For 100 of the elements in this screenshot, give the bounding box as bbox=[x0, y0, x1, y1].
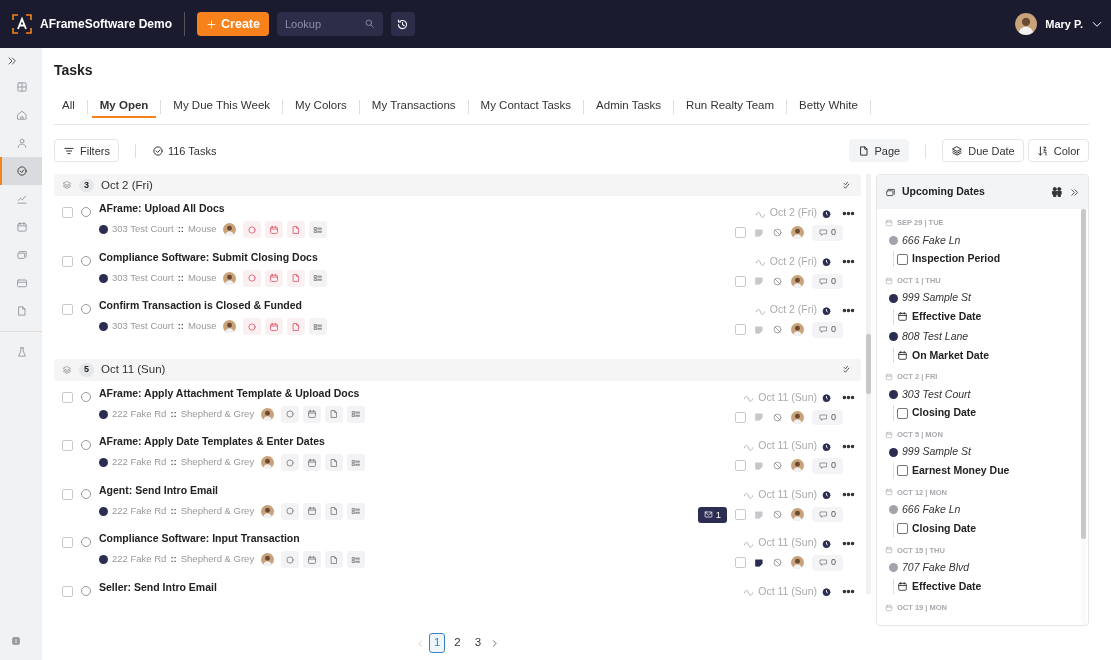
group-by-button[interactable]: Due Date bbox=[942, 139, 1024, 163]
checkbox[interactable] bbox=[62, 488, 73, 500]
info-icon[interactable] bbox=[11, 636, 21, 646]
checkbox[interactable] bbox=[62, 440, 73, 452]
date-label[interactable]: Effective Date bbox=[912, 578, 982, 595]
calendar-button[interactable] bbox=[303, 551, 322, 568]
task-title[interactable]: Compliance Software: Input Transaction bbox=[99, 531, 735, 547]
checkbox[interactable] bbox=[735, 227, 746, 239]
alarm-icon[interactable] bbox=[821, 256, 832, 268]
checkbox[interactable] bbox=[735, 460, 746, 472]
checkbox[interactable] bbox=[897, 465, 908, 477]
filters-button[interactable]: Filters bbox=[54, 139, 119, 163]
alarm-icon[interactable] bbox=[821, 392, 832, 404]
calendar-button[interactable] bbox=[265, 269, 284, 287]
checkbox[interactable] bbox=[735, 509, 746, 521]
comment-count[interactable]: 0 bbox=[812, 322, 843, 338]
page-link[interactable]: 3 bbox=[469, 633, 487, 653]
document-button[interactable] bbox=[287, 221, 306, 238]
page-link[interactable]: 2 bbox=[449, 633, 466, 653]
checklist-button[interactable] bbox=[309, 269, 328, 287]
tab[interactable]: My Open bbox=[91, 95, 157, 119]
next-page-icon[interactable] bbox=[490, 638, 500, 648]
document-button[interactable] bbox=[325, 502, 344, 520]
tab[interactable]: Admin Tasks bbox=[588, 95, 670, 119]
people-icon[interactable] bbox=[1051, 186, 1063, 199]
property-link[interactable]: 303 Test Court bbox=[902, 386, 971, 403]
document-button[interactable] bbox=[325, 454, 344, 471]
date-label[interactable]: Effective Date bbox=[912, 309, 982, 325]
logo-icon[interactable] bbox=[12, 14, 32, 34]
checklist-button[interactable] bbox=[347, 454, 366, 471]
history-button[interactable] bbox=[390, 12, 415, 36]
status-button[interactable] bbox=[281, 454, 300, 471]
tab[interactable]: All bbox=[54, 95, 83, 119]
checkbox[interactable] bbox=[897, 523, 908, 535]
sidebar-item[interactable] bbox=[0, 157, 42, 185]
alarm-icon[interactable] bbox=[821, 537, 832, 549]
checklist-button[interactable] bbox=[347, 405, 366, 423]
task-title[interactable]: AFrame: Apply Attachment Template & Upload Docs bbox=[99, 385, 735, 402]
checkbox[interactable] bbox=[735, 275, 746, 287]
property-link[interactable]: 666 Fake Ln bbox=[902, 502, 961, 518]
block-icon[interactable] bbox=[772, 411, 783, 423]
tab[interactable]: My Transactions bbox=[363, 95, 464, 119]
checklist-button[interactable] bbox=[347, 551, 366, 568]
comment-count[interactable]: 0 bbox=[812, 506, 843, 523]
document-button[interactable] bbox=[325, 405, 344, 423]
date-label[interactable]: Inspection Period bbox=[912, 251, 1001, 267]
document-button[interactable] bbox=[325, 551, 344, 568]
checkbox[interactable] bbox=[735, 411, 746, 423]
date-label[interactable]: Earnest Money Due bbox=[912, 463, 1010, 479]
checkbox[interactable] bbox=[62, 391, 73, 403]
checkbox[interactable] bbox=[62, 304, 73, 316]
date-label[interactable]: On Market Date bbox=[912, 347, 990, 364]
tab[interactable]: Run Realty Team bbox=[678, 95, 783, 119]
page-view-button[interactable]: Page bbox=[848, 139, 910, 163]
alarm-icon[interactable] bbox=[821, 304, 832, 316]
task-title[interactable]: Agent: Send Intro Email bbox=[99, 482, 698, 499]
tab[interactable]: Betty White bbox=[791, 95, 866, 119]
collapse-icon[interactable] bbox=[1069, 186, 1080, 198]
lookup-field[interactable]: Lookup bbox=[276, 12, 383, 36]
date-label[interactable]: Closing Date bbox=[912, 405, 977, 421]
checklist-button[interactable] bbox=[309, 318, 328, 335]
status-button[interactable] bbox=[243, 269, 262, 287]
comment-count[interactable]: 0 bbox=[812, 555, 843, 571]
checkbox[interactable] bbox=[62, 255, 73, 267]
status-button[interactable] bbox=[281, 405, 300, 423]
date-label[interactable]: Closing Date bbox=[912, 520, 977, 537]
comment-count[interactable]: 0 bbox=[812, 225, 843, 241]
comment-count[interactable]: 0 bbox=[812, 458, 843, 474]
status-button[interactable] bbox=[281, 551, 300, 568]
task-title[interactable]: AFrame: Apply Date Templates & Enter Dates bbox=[99, 434, 735, 450]
comment-count[interactable]: 0 bbox=[812, 273, 843, 289]
alarm-icon[interactable] bbox=[821, 489, 832, 501]
tab[interactable]: My Due This Week bbox=[165, 95, 279, 119]
task-title[interactable]: Confirm Transaction is Closed & Funded bbox=[99, 298, 735, 314]
property-link[interactable]: 999 Sample St bbox=[902, 290, 971, 306]
block-icon[interactable] bbox=[772, 324, 783, 336]
email-count[interactable]: 1 bbox=[697, 506, 727, 523]
task-title[interactable]: Seller: Send Intro Email bbox=[99, 579, 744, 596]
task-title[interactable]: AFrame: Upload All Docs bbox=[99, 201, 735, 217]
checkbox[interactable] bbox=[62, 207, 73, 219]
user-name[interactable]: Mary P. bbox=[1045, 15, 1083, 33]
checklist-button[interactable] bbox=[309, 221, 328, 238]
comment-count[interactable]: 0 bbox=[812, 409, 843, 425]
document-button[interactable] bbox=[287, 318, 306, 335]
alarm-icon[interactable] bbox=[821, 207, 832, 219]
scrollbar[interactable] bbox=[1081, 209, 1086, 626]
status-button[interactable] bbox=[243, 221, 262, 238]
checkbox[interactable] bbox=[62, 537, 73, 549]
checkbox[interactable] bbox=[735, 324, 746, 336]
tab[interactable]: My Colors bbox=[287, 95, 355, 119]
property-link[interactable]: 999 Sample St bbox=[902, 444, 971, 460]
task-title[interactable]: Compliance Software: Submit Closing Docs bbox=[99, 249, 735, 266]
property-link[interactable]: 707 Fake Blvd bbox=[902, 559, 970, 576]
block-icon[interactable] bbox=[772, 275, 783, 287]
calendar-button[interactable] bbox=[303, 502, 322, 520]
page-link[interactable]: 1 bbox=[428, 633, 446, 653]
sort-button[interactable]: Color bbox=[1027, 139, 1089, 163]
checkbox[interactable] bbox=[897, 407, 908, 419]
note-icon[interactable] bbox=[754, 557, 764, 568]
status-button[interactable] bbox=[281, 502, 300, 520]
